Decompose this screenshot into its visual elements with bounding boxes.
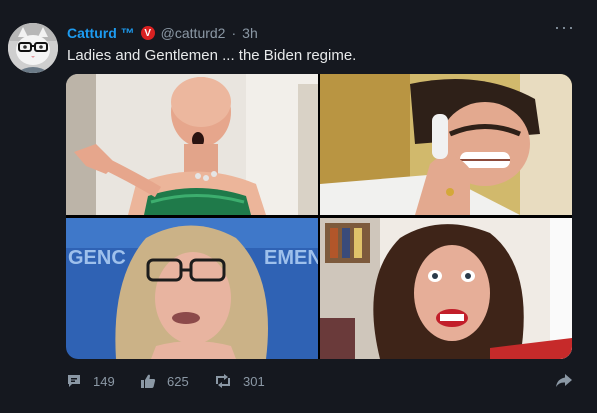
- cat-avatar-image: [8, 23, 58, 73]
- photo-bottom-right-image: [320, 218, 572, 359]
- photo-bottom-left-image: GENC EMEN: [66, 218, 318, 359]
- reply-button[interactable]: 149: [66, 373, 115, 389]
- like-count: 625: [167, 373, 189, 389]
- separator: ·: [231, 25, 237, 41]
- sign-text-right: EMEN: [264, 247, 318, 269]
- reply-icon: [68, 375, 80, 387]
- like-button[interactable]: 625: [140, 373, 189, 389]
- thumbs-up-icon: [141, 374, 156, 388]
- post-card: Catturd ™ V @catturd2 · 3h ··· Ladies an…: [0, 0, 597, 413]
- photo-top-right-image: [320, 74, 572, 215]
- avatar[interactable]: [8, 23, 58, 73]
- display-name[interactable]: Catturd ™: [67, 25, 135, 41]
- post-text: Ladies and Gentlemen ... the Biden regim…: [67, 47, 357, 64]
- photo-bottom-right[interactable]: [320, 218, 572, 359]
- repost-count: 301: [243, 373, 265, 389]
- share-button[interactable]: [555, 373, 573, 389]
- verified-badge-icon: V: [140, 26, 155, 40]
- media-grid[interactable]: GENC EMEN: [66, 74, 572, 359]
- photo-top-left[interactable]: [66, 74, 318, 215]
- handle[interactable]: @catturd2: [161, 25, 226, 41]
- post-header: Catturd ™ V @catturd2 · 3h: [67, 24, 258, 42]
- photo-top-right[interactable]: [320, 74, 572, 215]
- photo-top-left-image: [66, 74, 318, 215]
- repost-button[interactable]: 301: [214, 373, 265, 389]
- more-options-icon[interactable]: ···: [554, 18, 576, 40]
- reply-count: 149: [93, 373, 115, 389]
- share-icon: [556, 374, 572, 387]
- action-bar: 149 625 301: [66, 373, 576, 393]
- sign-text-left: GENC: [68, 247, 126, 269]
- timestamp[interactable]: 3h: [242, 25, 258, 41]
- repost-icon: [216, 374, 230, 388]
- photo-bottom-left[interactable]: GENC EMEN: [66, 218, 318, 359]
